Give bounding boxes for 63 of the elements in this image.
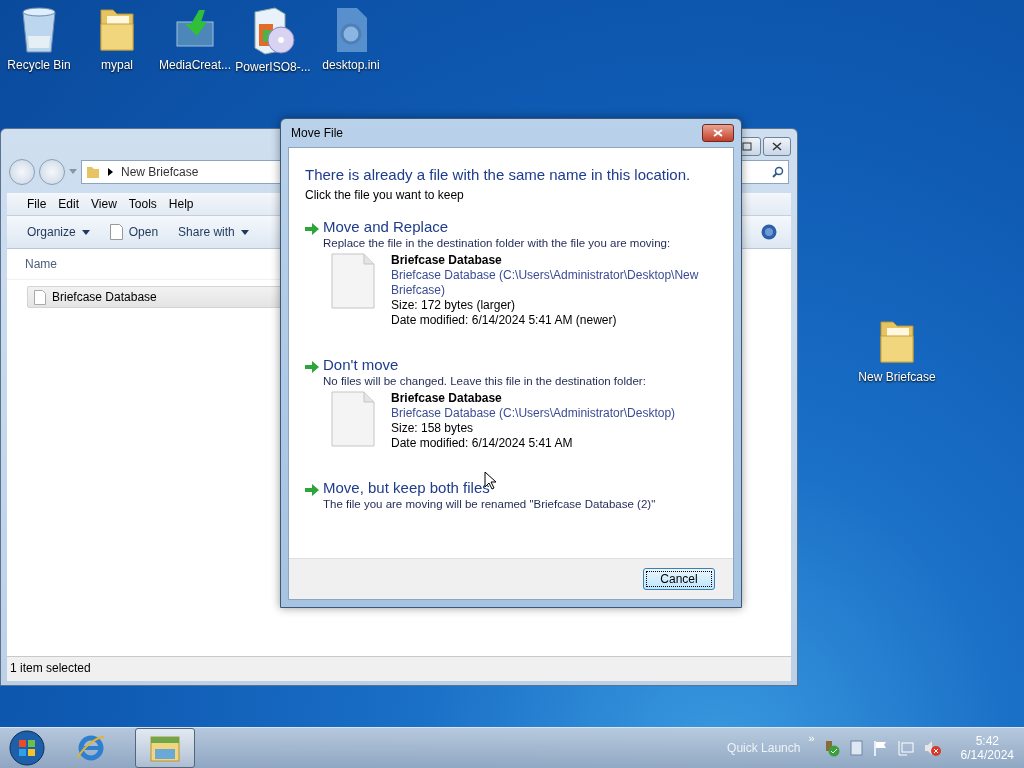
option-link[interactable]: Don't move (323, 356, 711, 373)
chevron-icon (108, 168, 113, 176)
option-link[interactable]: Move and Replace (323, 218, 711, 235)
menu-item[interactable]: View (85, 195, 123, 213)
dialog-subheading: Click the file you want to keep (305, 188, 465, 202)
search-icon (772, 166, 784, 178)
forward-button[interactable] (39, 159, 65, 185)
menu-item[interactable]: Help (162, 195, 200, 213)
maximize-icon (742, 142, 752, 151)
close-icon (772, 142, 782, 151)
menu-item[interactable]: Edit (52, 195, 86, 213)
document-icon[interactable] (848, 739, 865, 757)
file-name: Briefcase Database (391, 391, 503, 406)
speaker-muted-icon[interactable] (922, 739, 943, 757)
flag-icon[interactable] (872, 739, 889, 757)
icon-label: desktop.ini (322, 58, 380, 72)
toolbar-button[interactable]: Share with (178, 225, 249, 239)
close-button[interactable] (702, 124, 734, 142)
option-description: Replace the file in the destination folder with the file you are moving: (323, 237, 672, 249)
caret-icon (81, 229, 90, 235)
option-description: No files will be changed. Leave this file in the destination folder: (323, 375, 647, 387)
file-date: Date modified: 6/14/2024 5:41 AM (391, 436, 574, 451)
close-button[interactable] (763, 137, 791, 156)
toolbar-button[interactable]: Open (109, 224, 159, 240)
arrow-icon (305, 361, 319, 373)
file-name: Briefcase Database (391, 253, 503, 268)
browser-icon (76, 733, 106, 763)
file-path: Briefcase Database (C:\Users\Administrator\Desktop) (391, 406, 677, 421)
file-explorer-icon (149, 733, 181, 763)
option-description: The file you are moving will be renamed "Briefcase Database (2)" (323, 498, 656, 510)
option-link[interactable]: Move, but keep both files (323, 479, 656, 496)
icon-label: Recycle Bin (7, 58, 71, 72)
caret-icon (240, 229, 249, 235)
toolbar-button[interactable]: Organize (27, 225, 90, 239)
file-size: Size: 172 bytes (larger) (391, 298, 517, 313)
close-icon (713, 129, 723, 137)
back-button[interactable] (9, 159, 35, 185)
document-icon (109, 224, 123, 240)
menu-item[interactable]: Tools (122, 195, 163, 213)
arrow-icon (305, 484, 319, 496)
file-path: Briefcase Database (C:\Users\Administrator\Desktop\New Briefcase) (391, 268, 700, 298)
caret-icon (69, 169, 77, 175)
menu-item[interactable]: File (21, 195, 53, 213)
document-icon (34, 289, 46, 305)
folder-icon (86, 165, 100, 179)
icon-label: New Briefcase (858, 370, 936, 384)
folder-icon (97, 6, 137, 54)
document-icon (331, 391, 375, 447)
dialog-heading: There is already a file with the same name in this location. (305, 166, 692, 183)
document-icon (331, 253, 375, 309)
cancel-button[interactable]: Cancel (643, 568, 715, 590)
start-button[interactable] (7, 728, 47, 768)
arrow-icon (305, 223, 319, 235)
icon-label: MediaCreat... (159, 58, 231, 72)
folder-icon (877, 318, 917, 366)
icon-label: PowerISO8-... (235, 60, 311, 74)
file-date: Date modified: 6/14/2024 5:41 AM (newer) (391, 313, 618, 328)
window-title: Move File (290, 126, 343, 140)
icon-label: mypal (101, 58, 133, 72)
taskbar-button[interactable] (135, 728, 195, 768)
status-bar: 1 item selected (7, 656, 791, 681)
recycle-bin-icon (19, 6, 59, 54)
file-size: Size: 158 bytes (391, 421, 475, 436)
